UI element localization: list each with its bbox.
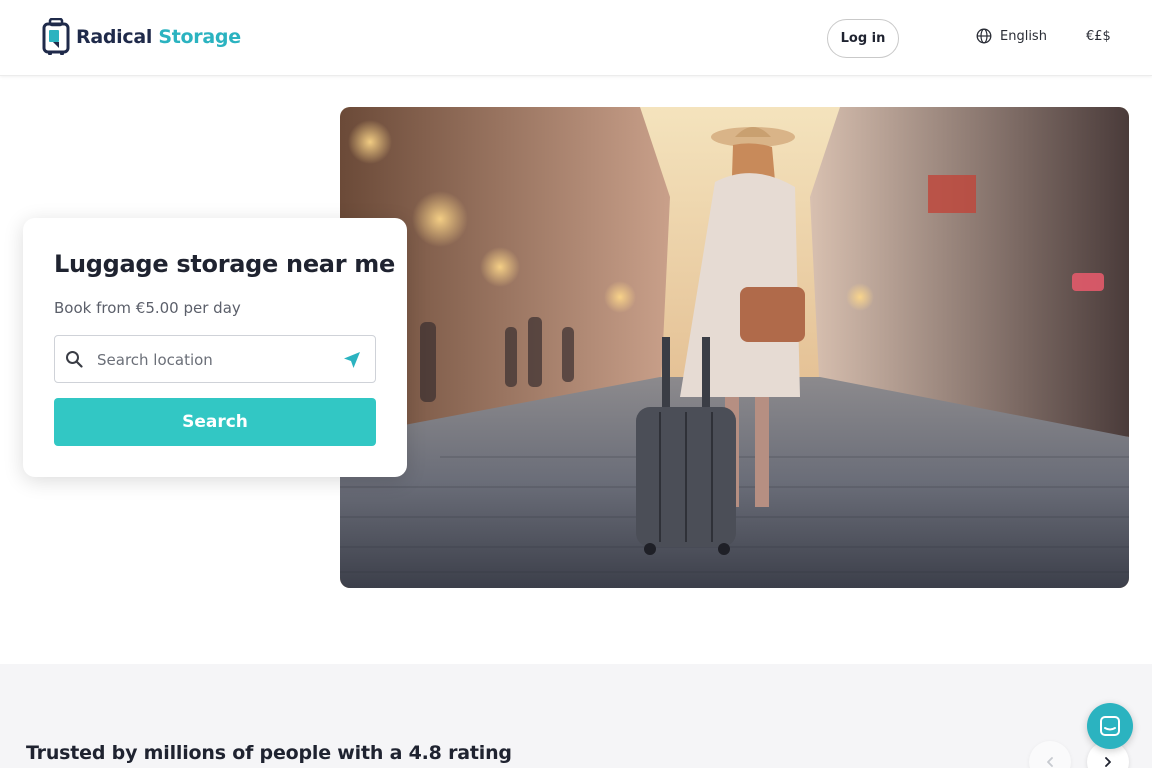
chevron-left-icon — [1047, 757, 1053, 767]
trust-section: Trusted by millions of people with a 4.8… — [0, 664, 1152, 768]
hero-image — [340, 107, 1129, 588]
trust-heading: Trusted by millions of people with a 4.8… — [26, 742, 512, 764]
brand-name-part2: Storage — [158, 26, 241, 48]
globe-icon — [976, 28, 992, 44]
search-button[interactable]: Search — [54, 398, 376, 446]
brand-name: Radical Storage — [76, 26, 241, 48]
carousel-prev-button[interactable] — [1029, 741, 1071, 768]
chat-widget-button[interactable] — [1087, 703, 1133, 749]
search-icon — [65, 350, 83, 372]
brand-name-part1: Radical — [76, 26, 153, 48]
luggage-logo-icon — [42, 17, 70, 56]
site-header: Radical Storage Log in English €£$ — [0, 0, 1152, 76]
search-location-input[interactable] — [97, 346, 337, 374]
chevron-right-icon — [1105, 757, 1111, 767]
search-card: Luggage storage near me Book from €5.00 … — [23, 218, 407, 477]
navigation-arrow-icon[interactable] — [343, 351, 361, 373]
language-selector[interactable]: English — [976, 28, 1047, 44]
chat-icon — [1100, 716, 1120, 736]
language-label: English — [1000, 28, 1047, 44]
card-subtitle: Book from €5.00 per day — [54, 299, 241, 317]
currency-selector[interactable]: €£$ — [1086, 29, 1111, 44]
search-location-field[interactable] — [54, 335, 376, 383]
login-button[interactable]: Log in — [827, 19, 899, 58]
card-title: Luggage storage near me — [54, 250, 395, 278]
brand-logo[interactable]: Radical Storage — [42, 17, 241, 56]
